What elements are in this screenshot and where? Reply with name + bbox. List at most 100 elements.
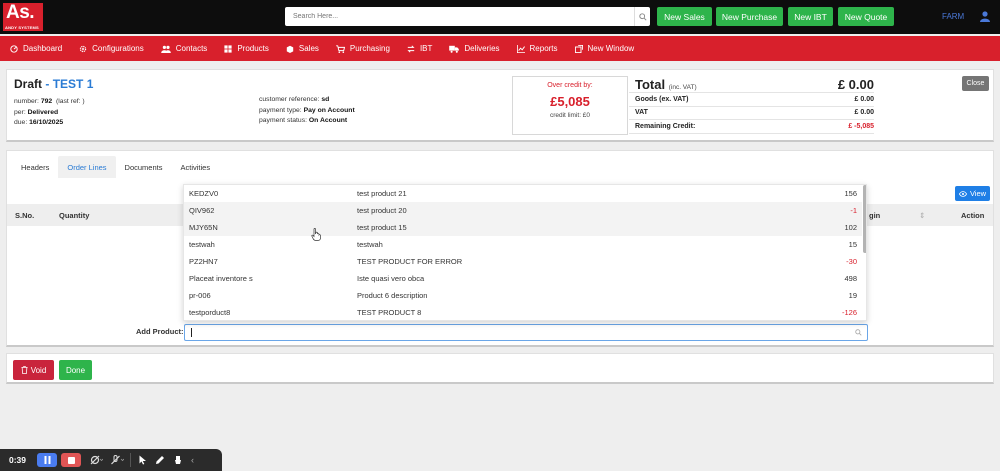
payment-status-label: payment status: — [259, 117, 307, 124]
camera-off-icon[interactable] — [90, 455, 103, 465]
nav-configurations[interactable]: Configurations — [79, 44, 144, 53]
search-icon[interactable] — [634, 7, 650, 26]
highlighter-icon[interactable] — [173, 455, 183, 465]
screen-recorder-bar: 0:39 ‹ — [0, 449, 222, 471]
goods-row: Goods (ex. VAT) £ 0.00 — [629, 93, 874, 107]
list-item[interactable]: QIV962 test product 20 -1 — [184, 202, 862, 219]
nav-label: IBT — [419, 44, 433, 53]
col-margin[interactable]: gin — [869, 211, 880, 220]
list-item[interactable]: MJY65N test product 15 102 — [184, 219, 862, 236]
user-name[interactable]: FARM — [942, 12, 964, 21]
toolbar-divider — [130, 453, 131, 467]
tab-headers[interactable]: Headers — [12, 156, 58, 178]
nav-label: Reports — [529, 44, 558, 53]
logo-text: As. — [6, 2, 35, 23]
hand-pointer-icon — [311, 228, 321, 241]
close-button[interactable]: Close — [962, 76, 989, 91]
dropdown-scrollbar[interactable] — [863, 185, 866, 253]
recording-timer: 0:39 — [9, 455, 27, 465]
total-row: Total (inc. VAT) £ 0.00 — [629, 76, 874, 93]
product-code: Placeat inventore s — [189, 274, 253, 283]
nav-label: Configurations — [92, 44, 144, 53]
list-item[interactable]: KEDZV0 test product 21 156 — [184, 185, 862, 202]
product-code: testwah — [189, 240, 215, 249]
product-stock: 102 — [844, 223, 857, 232]
nav-label: Sales — [298, 44, 319, 53]
add-product-label: Add Product: — [136, 327, 184, 336]
stop-button[interactable] — [61, 453, 81, 467]
customer-ref: sd — [321, 96, 330, 103]
remaining-credit-row: Remaining Credit: £ -5,085 — [629, 120, 874, 134]
product-description: Iste quasi vero obca — [357, 274, 425, 283]
nav-ibt[interactable]: IBT — [407, 44, 432, 53]
pen-icon[interactable] — [155, 455, 165, 465]
product-description: testwah — [357, 240, 383, 249]
col-sno: S.No. — [15, 211, 35, 220]
new-sales-button[interactable]: New Sales — [657, 7, 712, 26]
order-meta: number: 792 (last ref: ) per: Delivered … — [14, 97, 85, 129]
view-button[interactable]: View — [955, 186, 990, 201]
nav-products[interactable]: Products — [224, 44, 269, 53]
over-credit-label: Over credit by: — [547, 82, 593, 89]
text-cursor — [191, 328, 192, 337]
product-description: Product 6 description — [357, 291, 428, 300]
total-value: £ 0.00 — [837, 76, 874, 92]
due-label: due: — [14, 119, 28, 126]
logo-subtext: ANDY SYSTEMS — [5, 25, 39, 30]
search-input[interactable] — [285, 7, 625, 26]
stop-icon — [67, 456, 75, 464]
nav-purchasing[interactable]: Purchasing — [336, 44, 390, 53]
list-item[interactable]: PZ2HN7 TEST PRODUCT FOR ERROR -30 — [184, 253, 862, 270]
remaining-credit-label: Remaining Credit: — [635, 122, 696, 130]
product-stock: 19 — [848, 291, 857, 300]
payment-type: Pay on Account — [303, 106, 355, 114]
nav-reports[interactable]: Reports — [516, 44, 558, 53]
new-purchase-button[interactable]: New Purchase — [716, 7, 783, 26]
remaining-credit-value: £ -5,085 — [848, 122, 874, 130]
cursor-icon[interactable] — [139, 455, 147, 465]
col-action: Action — [961, 211, 985, 220]
product-code: testporduct8 — [189, 308, 231, 317]
list-item[interactable]: Placeat inventore s Iste quasi vero obca 4… — [184, 270, 862, 287]
cart-icon — [336, 44, 345, 53]
product-description: TEST PRODUCT FOR ERROR — [357, 257, 463, 266]
done-button[interactable]: Done — [59, 360, 92, 380]
totals-panel: Total (inc. VAT) £ 0.00 Goods (ex. VAT) … — [629, 76, 874, 134]
nav-new-window[interactable]: New Window — [574, 44, 634, 53]
top-bar: As. ANDY SYSTEMS New Sales New Purchase … — [0, 0, 1000, 34]
collapse-icon[interactable]: ‹ — [191, 455, 194, 465]
dashboard-icon — [10, 44, 18, 53]
chart-icon — [516, 44, 525, 53]
col-quantity[interactable]: Quantity — [59, 211, 89, 220]
nav-deliveries[interactable]: Deliveries — [449, 44, 500, 53]
nav-dashboard[interactable]: Dashboard — [10, 44, 62, 53]
add-product-input[interactable] — [185, 325, 845, 340]
tab-order-lines[interactable]: Order Lines — [58, 156, 116, 178]
list-item[interactable]: testwah testwah 15 — [184, 236, 862, 253]
sales-icon — [286, 45, 294, 53]
eye-icon — [958, 190, 967, 197]
mic-off-icon[interactable] — [111, 455, 124, 465]
void-button[interactable]: Void — [13, 360, 54, 380]
product-code: MJY65N — [189, 223, 218, 232]
user-icon[interactable] — [979, 10, 991, 24]
logo[interactable]: As. ANDY SYSTEMS — [3, 2, 43, 31]
new-ibt-button[interactable]: New IBT — [788, 7, 833, 26]
sort-icon[interactable]: ⇕ — [919, 211, 925, 220]
tab-documents[interactable]: Documents — [116, 156, 172, 178]
new-quote-button[interactable]: New Quote — [838, 7, 894, 26]
product-stock: -126 — [841, 308, 857, 317]
main-nav: Dashboard Configurations Contacts Produc… — [0, 36, 1000, 61]
pause-button[interactable] — [37, 453, 57, 467]
list-item[interactable]: pr-006 Product 6 description 19 — [184, 287, 862, 304]
vat-label: VAT — [635, 109, 648, 117]
credit-box: Over credit by: £5,085 credit limit: £0 — [512, 76, 628, 135]
over-credit-value: £5,085 — [550, 94, 590, 109]
list-item[interactable]: testporduct8 TEST PRODUCT 8 -126 — [184, 304, 862, 320]
add-product-field[interactable] — [184, 324, 868, 341]
nav-sales[interactable]: Sales — [286, 44, 319, 53]
tab-activities[interactable]: Activities — [171, 156, 219, 178]
total-suffix: (inc. VAT) — [668, 83, 697, 91]
nav-contacts[interactable]: Contacts — [160, 44, 207, 53]
number-label: number: — [14, 98, 39, 105]
